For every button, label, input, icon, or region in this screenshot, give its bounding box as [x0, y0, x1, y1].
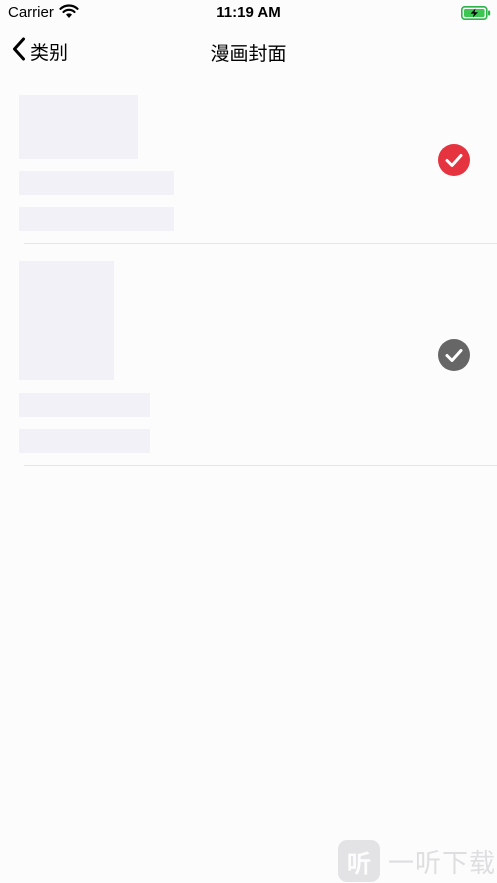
battery-charging-icon [461, 6, 491, 25]
subtitle-placeholder [19, 429, 150, 453]
title-placeholder [19, 171, 174, 195]
watermark-logo: 听 [338, 840, 380, 882]
watermark-text: 一听下载 [388, 847, 497, 878]
list-item[interactable] [0, 80, 497, 244]
checkmark-circle-icon[interactable] [438, 144, 470, 181]
title-placeholder [19, 393, 150, 417]
cover-image-placeholder [19, 95, 138, 159]
cover-image-placeholder [19, 261, 114, 380]
subtitle-placeholder [19, 207, 174, 231]
navigation-bar: 类别 漫画封面 [0, 26, 497, 76]
page-title: 漫画封面 [210, 44, 287, 65]
watermark: 听 一听下载 [338, 840, 496, 882]
row-divider [24, 465, 497, 466]
list-item[interactable] [0, 244, 497, 466]
checkmark-circle-icon[interactable] [438, 339, 470, 376]
clock: 11:19 AM [216, 4, 281, 21]
status-bar: Carrier 11:19 AM [0, 0, 497, 26]
